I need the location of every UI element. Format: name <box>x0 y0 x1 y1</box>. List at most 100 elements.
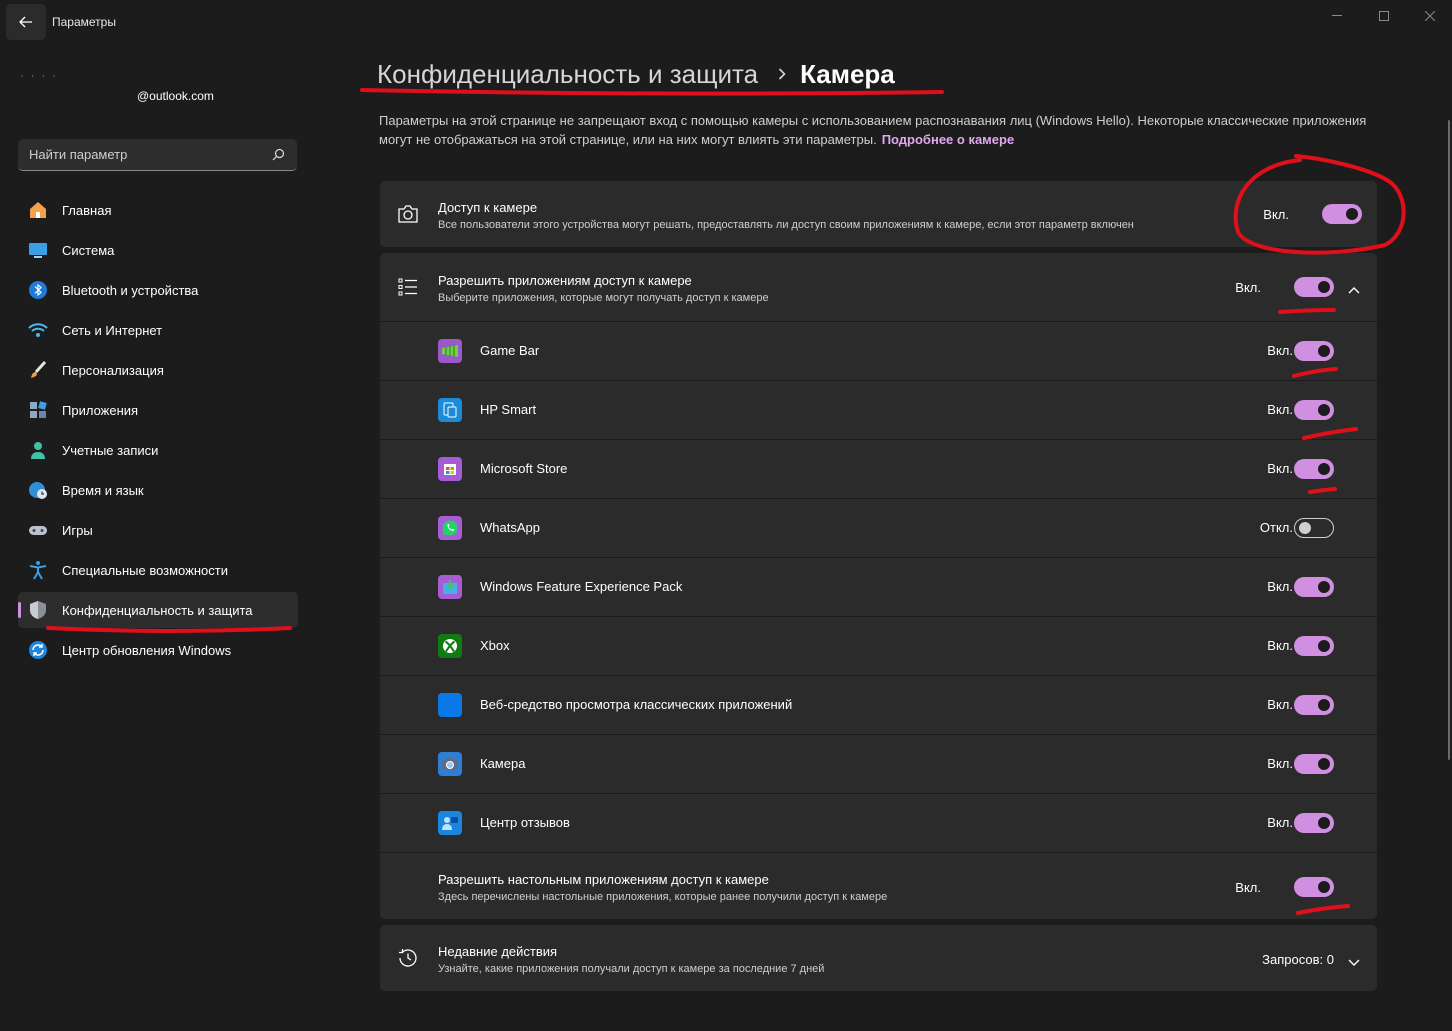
chevron-down-icon[interactable] <box>1348 954 1360 972</box>
window-title: Параметры <box>52 15 116 29</box>
app-access-card[interactable]: Разрешить приложениям доступ к камере Вы… <box>380 253 1377 321</box>
learn-more-link[interactable]: Подробнее о камере <box>882 132 1015 147</box>
sidebar-item-label: Учетные записи <box>62 442 159 458</box>
toggle-knob <box>1318 581 1330 593</box>
sidebar-item-windows-update[interactable]: Центр обновления Windows <box>18 632 298 668</box>
desktop-access-card: Разрешить настольным приложениям доступ … <box>380 853 1377 919</box>
toggle-knob <box>1318 281 1330 293</box>
accessibility-icon <box>28 560 48 580</box>
monitor-icon <box>28 240 48 260</box>
title-bar: Параметры <box>0 0 1452 44</box>
list-item: WhatsApp Откл. <box>380 499 1377 557</box>
brush-icon <box>28 360 48 380</box>
app-name: Microsoft Store <box>480 461 568 476</box>
toggle-knob <box>1318 758 1330 770</box>
sidebar-item-bluetooth[interactable]: Bluetooth и устройства <box>18 272 298 308</box>
list-item: Windows Feature Experience Pack Вкл. <box>380 558 1377 616</box>
person-icon <box>28 440 48 460</box>
sidebar-item-label: Специальные возможности <box>62 562 228 578</box>
sidebar-item-accounts[interactable]: Учетные записи <box>18 432 298 468</box>
search-icon <box>272 148 285 161</box>
sidebar-item-time-language[interactable]: Время и язык <box>18 472 298 508</box>
feedback-hub-icon <box>438 811 462 835</box>
app-toggle[interactable] <box>1294 695 1334 715</box>
globe-clock-icon <box>28 480 48 500</box>
sidebar-item-label: Bluetooth и устройства <box>62 282 199 298</box>
sidebar-item-label: Игры <box>62 522 93 538</box>
app-name: HP Smart <box>480 402 537 417</box>
xbox-icon <box>438 634 462 658</box>
recent-activity-title: Недавние действия <box>438 944 558 959</box>
sidebar-item-label: Главная <box>62 202 112 218</box>
apps-icon <box>28 400 48 420</box>
app-access-state: Вкл. <box>1235 280 1261 295</box>
toggle-knob <box>1299 522 1311 534</box>
app-toggle[interactable] <box>1294 400 1334 420</box>
breadcrumb-parent[interactable]: Конфиденциальность и защита <box>377 59 758 90</box>
list-item: Microsoft Store Вкл. <box>380 440 1377 498</box>
sidebar-item-network[interactable]: Сеть и Интернет <box>18 312 298 348</box>
sidebar-item-accessibility[interactable]: Специальные возможности <box>18 552 298 588</box>
home-icon <box>28 200 48 220</box>
page-title: Камера <box>800 58 895 89</box>
list-icon <box>397 276 419 298</box>
sidebar-item-personalization[interactable]: Персонализация <box>18 352 298 388</box>
toggle-knob <box>1346 208 1358 220</box>
search-input[interactable]: Найти параметр <box>18 139 297 171</box>
game-bar-icon <box>438 339 462 363</box>
recent-activity-card[interactable]: Недавние действия Узнайте, какие приложе… <box>380 925 1377 991</box>
sidebar-item-home[interactable]: Главная <box>18 192 298 228</box>
scrollbar[interactable] <box>1448 120 1450 760</box>
sidebar-item-gaming[interactable]: Игры <box>18 512 298 548</box>
app-toggle[interactable] <box>1294 577 1334 597</box>
sidebar-item-label: Система <box>62 242 115 258</box>
back-button[interactable] <box>6 4 46 40</box>
description-text: Параметры на этой странице не запрещают … <box>379 113 1367 147</box>
toggle-knob <box>1318 817 1330 829</box>
close-button[interactable] <box>1407 4 1452 28</box>
sidebar-item-system[interactable]: Система <box>18 232 298 268</box>
app-toggle[interactable] <box>1294 341 1334 361</box>
maximize-button[interactable] <box>1361 4 1407 28</box>
sidebar-item-privacy[interactable]: Конфиденциальность и защита <box>18 592 298 628</box>
app-name: Центр отзывов <box>480 815 570 830</box>
app-name: WhatsApp <box>480 520 540 535</box>
wifi-icon <box>28 320 48 340</box>
camera-access-title: Доступ к камере <box>438 200 538 215</box>
web-viewer-icon <box>438 693 462 717</box>
app-state: Вкл. <box>1267 579 1293 594</box>
app-name: Веб-средство просмотра классических прил… <box>480 697 793 712</box>
gamepad-icon <box>28 520 48 540</box>
chevron-right-icon <box>778 68 786 80</box>
minimize-button[interactable] <box>1314 4 1360 28</box>
sidebar-item-apps[interactable]: Приложения <box>18 392 298 428</box>
camera-icon <box>397 203 419 225</box>
app-toggle[interactable] <box>1294 459 1334 479</box>
toggle-knob <box>1318 463 1330 475</box>
camera-access-state: Вкл. <box>1263 207 1289 222</box>
bluetooth-icon <box>28 280 48 300</box>
app-toggle[interactable] <box>1294 518 1334 538</box>
sidebar-item-label: Персонализация <box>62 362 164 378</box>
toggle-knob <box>1318 345 1330 357</box>
sidebar-item-label: Сеть и Интернет <box>62 322 163 338</box>
recent-activity-subtitle: Узнайте, какие приложения получали досту… <box>438 963 825 975</box>
breadcrumb: Конфиденциальность и защита Камера <box>377 56 895 92</box>
app-access-toggle[interactable] <box>1294 277 1334 297</box>
history-icon <box>397 947 419 969</box>
camera-app-icon <box>438 752 462 776</box>
camera-access-toggle[interactable] <box>1322 204 1362 224</box>
app-toggle[interactable] <box>1294 813 1334 833</box>
chevron-up-icon[interactable] <box>1348 281 1360 299</box>
app-name: Game Bar <box>480 343 540 358</box>
app-access-subtitle: Выберите приложения, которые могут получ… <box>438 292 769 304</box>
toggle-knob <box>1318 404 1330 416</box>
desktop-access-toggle[interactable] <box>1294 877 1334 897</box>
list-item: Веб-средство просмотра классических прил… <box>380 676 1377 734</box>
app-toggle[interactable] <box>1294 754 1334 774</box>
desktop-access-state: Вкл. <box>1235 880 1261 895</box>
app-list: Game Bar Вкл. HP Smart Вкл. Microsoft St… <box>380 322 1377 853</box>
app-toggle[interactable] <box>1294 636 1334 656</box>
account-email: @outlook.com <box>137 89 214 103</box>
list-item: Game Bar Вкл. <box>380 322 1377 380</box>
